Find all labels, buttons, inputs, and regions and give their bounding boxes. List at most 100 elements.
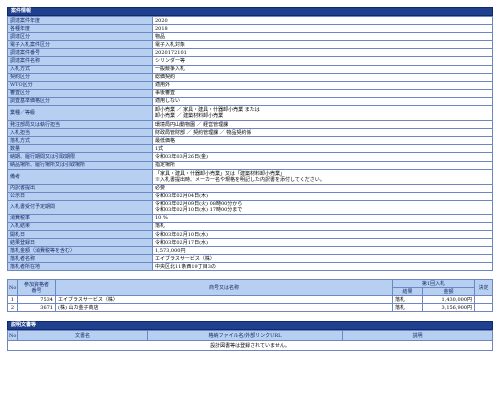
info-value: 電子入札対象 [152,40,493,50]
docs-col-file: 格納ファイル名/外部リンクURL [147,330,343,342]
info-row: 業種／等級 卸小売業 ／ 家具・建具・什器卸小売業 または 卸小売業 ／ 建築材料… [7,105,493,122]
result-reg-number: 3671 [17,303,56,313]
info-value: 適用外 [152,80,493,90]
info-row: 入札担当 財政局管財部 ／ 契約管理課 ／ 物品契約係 [7,128,493,138]
docs-empty-message: 設計図書等は登録されていません。 [7,340,493,352]
info-value: 1式 [152,144,493,154]
info-value: 「家具・建具・什器卸小売業」又は「建築材料卸小売業」 ※入札書提出時、メーカー名… [152,168,493,185]
info-value: シリンダー等 [152,56,493,66]
result-decision [474,303,493,313]
info-label: 入札方式 [7,64,153,74]
info-label: 落札方式 [7,136,153,146]
info-label: 入札結果 [7,221,153,231]
result-company-name: エイブラスサービス（株） [55,295,393,305]
table-row: 1 7534 エイブラスサービス（株） 落札 1,430,000円 [7,295,493,305]
info-label: 入札書受付予定期間 [7,199,153,215]
info-value: 令和03年02月04日(木) [152,191,493,201]
info-label: 落札者所在地 [7,262,153,272]
info-value: 令和03年02月17日(水) [152,238,493,248]
info-value: 令和03年02月10日(水) [152,229,493,240]
col-amount: 金額 [422,287,475,297]
result-outcome: 落札 [392,303,423,313]
info-label: 発注部局又は執行担当 [7,120,153,130]
section-header-case-info: 案件情報 [7,7,493,16]
result-no: 2 [7,303,18,313]
info-value: 1,573,000円 [152,246,493,256]
info-row: 備考 「家具・建具・什器卸小売業」又は「建築材料卸小売業」 ※入札書提出時、メーカ… [7,168,493,185]
info-row: 落札金額（消費税等を含む） 1,573,000円 [7,246,493,256]
info-row: 調達案件年度 2020 [7,15,493,26]
case-info-table: 調達案件年度 2020 各種年度 2018 調達区分 物品 電子入札案件区分 電子入札対象 調達… [7,15,493,272]
info-row: 電子入札案件区分 電子入札対象 [7,40,493,50]
info-label: 結果登録日 [7,238,153,248]
info-row: 入札書受付予定期間 令和03年02月09日(火) 08時00分から 令和03年02… [7,199,493,215]
info-value: 指定場所 [152,160,493,170]
info-label: 備考 [7,168,153,185]
info-value: 総価契約 [152,72,493,82]
info-label: 公示日 [7,191,153,201]
info-row: 落札方式 最低価格 [7,136,493,146]
col-round1: 第1回入札 [392,279,475,289]
info-value: 物品 [152,32,493,42]
info-value: 卸小売業 ／ 家具・建具・什器卸小売業 または 卸小売業 ／ 建築材料卸小売業 [152,105,493,122]
info-row: 調査基準価格区分 適用しない [7,96,493,107]
info-label: WTO区分 [7,80,153,90]
info-row: WTO区分 適用外 [7,80,493,90]
info-value: 環境局円山動物園 ／ 経営管理課 [152,120,493,130]
result-reg-number: 7534 [17,295,56,305]
info-label: 審査区分 [7,88,153,98]
info-value: 中央区北11条西19丁目3の [152,262,493,272]
info-value: 適用しない [152,96,493,107]
info-label: 電子入札案件区分 [7,40,153,50]
col-company-name: 商号又は名称 [55,279,393,297]
page: 案件情報 調達案件年度 2020 各種年度 2018 調達区分 物品 電子入札案件区分 電子入… [7,7,493,352]
table-row: 2 3671 (株) 山カ金子商店 落札 3,156,900円 [7,303,493,313]
result-decision [474,295,493,305]
info-row: 各種年度 2018 [7,24,493,34]
result-amount: 1,430,000円 [422,295,475,305]
info-label: 納品場所、履行場所又は引取場所 [7,160,153,170]
col-no: No [7,279,18,297]
info-row: 落札者所在地 中央区北11条西19丁目3の [7,262,493,272]
info-value: 財政局管財部 ／ 契約管理課 ／ 物品契約係 [152,128,493,138]
info-label: 調達案件年度 [7,15,153,26]
info-row: 審査区分 事後審査 [7,88,493,98]
docs-table: No 文書名 格納ファイル名/外部リンクURL 説明 設計図書等は登録されていま… [7,330,493,352]
info-row: 納期、履行期間又は引取期限 令和03年03月26日(金) [7,152,493,162]
info-row: 数量 1式 [7,144,493,154]
info-label: 落札金額（消費税等を含む） [7,246,153,256]
info-label: 開札日 [7,229,153,240]
info-label: 内訳書提出 [7,183,153,193]
info-label: 納期、履行期間又は引取期限 [7,152,153,162]
col-decision: 決定 [474,279,493,297]
info-row: 入札方式 一般競争入札 [7,64,493,74]
docs-col-no: No [7,330,18,342]
info-value: 10 % [152,213,493,223]
info-label: 契約区分 [7,72,153,82]
result-outcome: 落札 [392,295,423,305]
info-row: 契約区分 総価契約 [7,72,493,82]
info-value: 2020172101 [152,48,493,58]
info-value: 一般競争入札 [152,64,493,74]
info-value: エイブラスサービス（株） [152,254,493,264]
info-label: 調達区分 [7,32,153,42]
info-row: 発注部局又は執行担当 環境局円山動物園 ／ 経営管理課 [7,120,493,130]
info-row: 納品場所、履行場所又は引取場所 指定場所 [7,160,493,170]
info-label: 数量 [7,144,153,154]
info-value: 令和03年03月26日(金) [152,152,493,162]
info-row: 内訳書提出 必要 [7,183,493,193]
result-no: 1 [7,295,18,305]
info-value: 落札 [152,221,493,231]
info-value: 事後審査 [152,88,493,98]
info-label: 調達案件名称 [7,56,153,66]
info-row: 調達案件番号 2020172101 [7,48,493,58]
info-value: 令和03年02月09日(火) 08時00分から 令和03年02月10日(水) 1… [152,199,493,215]
col-reg-number: 参加資格者 番号 [17,279,56,297]
info-row: 消費税率 10 % [7,213,493,223]
docs-col-desc: 説明 [342,330,493,342]
info-label: 入札担当 [7,128,153,138]
info-label: 業種／等級 [7,105,153,122]
bid-result-table: No 参加資格者 番号 商号又は名称 第1回入札 決定 結果 金額 1 7534 エ… [7,279,493,313]
info-row: 公示日 令和03年02月04日(木) [7,191,493,201]
info-label: 消費税率 [7,213,153,223]
